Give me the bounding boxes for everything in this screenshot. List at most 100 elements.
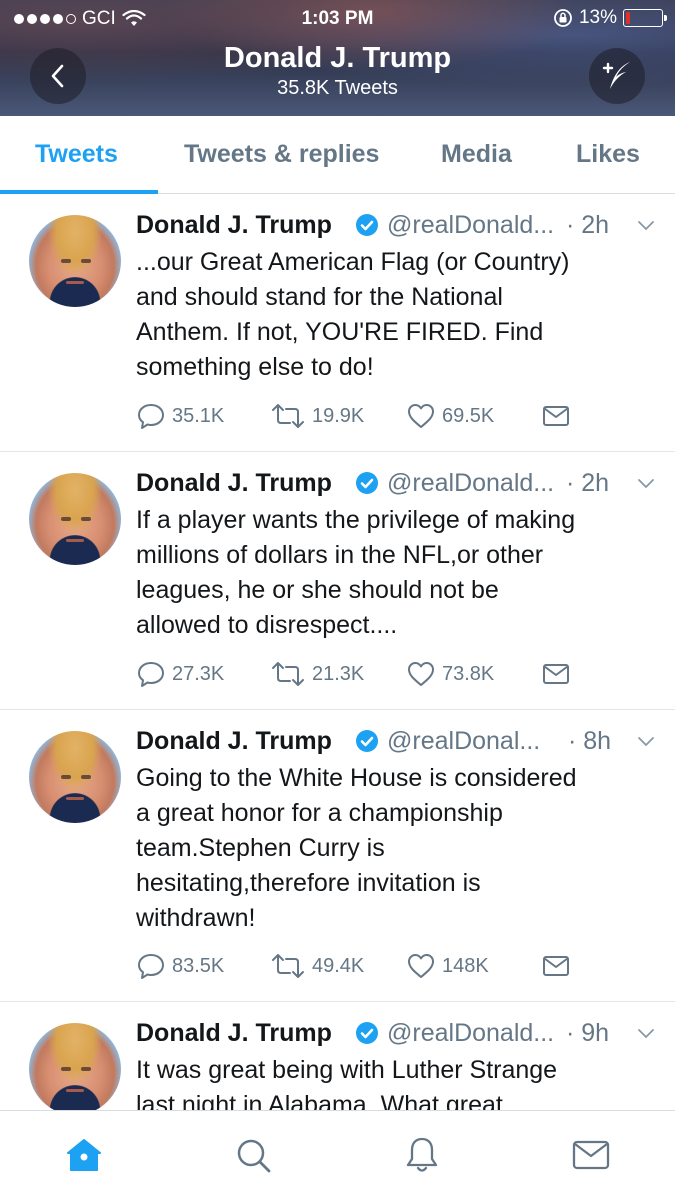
avatar[interactable] [29,473,121,565]
tweet-actions: 83.5K 49.4K 148K [136,951,656,985]
like-count: 69.5K [442,404,495,427]
author-name[interactable]: Donald J. Trump [136,727,332,756]
retweet-count: 19.9K [312,404,365,427]
verified-badge-icon [356,214,378,236]
compose-tweet-icon [602,62,630,89]
chevron-down-icon[interactable] [636,215,656,235]
like-button[interactable]: 148K [406,951,489,981]
tweet-item[interactable]: Donald J. Trump @realDonald... · 2h ...o… [0,195,675,452]
tab-tweets-and-replies[interactable]: Tweets & replies [184,140,379,169]
profile-name: Donald J. Trump [223,42,452,74]
tweet-item[interactable]: Donald J. Trump @realDonald... · 2h If a… [0,452,675,710]
like-button[interactable]: 69.5K [406,401,494,431]
tweet-text-line: and should stand for the National [136,283,503,311]
direct-message-button[interactable] [541,401,571,431]
retweet-icon [272,954,304,978]
profile-header: GCI 1:03 PM 13% Donald J. Trump 35.8K Tw… [0,0,675,116]
tweet-text: ...our Great American Flag (or Country) … [136,245,656,385]
like-count: 148K [442,954,489,977]
tweet-text-line: It was great being with Luther Strange [136,1056,558,1084]
verified-badge-icon [356,1022,378,1044]
like-count: 73.8K [442,662,495,685]
battery-percent: 13% [578,7,617,28]
heart-icon [408,404,434,428]
messages-envelope-icon[interactable] [571,1135,611,1175]
battery-icon [623,9,667,27]
author-handle[interactable]: @realDonal... [387,727,540,756]
author-name[interactable]: Donald J. Trump [136,469,332,498]
direct-message-button[interactable] [541,659,571,689]
chevron-down-icon[interactable] [636,731,656,751]
tweet-header: Donald J. Trump @realDonald... · 2h [136,469,656,503]
tweet-text-line: team.Stephen Curry is [136,834,385,862]
tweet-time: · 9h [566,1019,610,1047]
chevron-down-icon[interactable] [636,473,656,493]
profile-tabs: Tweets Tweets & replies Media Likes [0,116,675,194]
home-icon[interactable] [64,1135,104,1175]
compose-tweet-button[interactable] [589,48,645,104]
tweet-header: Donald J. Trump @realDonald... · 2h [136,211,656,245]
retweet-icon [272,404,304,428]
tweet-text-line: a great honor for a championship [136,799,503,827]
tweet-text: Going to the White House is considered a… [136,761,656,936]
status-bar: GCI 1:03 PM 13% [0,0,675,40]
tweet-count: 35.8K Tweets [277,77,398,99]
tweet-time: · 2h [566,211,610,239]
retweet-icon [272,662,304,686]
tweet-text-line: hesitating,therefore invitation is [136,869,481,897]
avatar[interactable] [29,215,121,307]
battery-level-fill [626,12,630,24]
bottom-tab-bar [0,1110,675,1200]
tweet-time: · 2h [566,469,610,497]
author-name[interactable]: Donald J. Trump [136,1019,332,1048]
verified-badge-icon [356,472,378,494]
author-handle[interactable]: @realDonald... [387,1019,554,1048]
reply-button[interactable]: 27.3K [136,659,224,689]
tweet-text-line: allowed to disrespect.... [136,611,398,639]
notifications-bell-icon[interactable] [402,1135,442,1175]
reply-button[interactable]: 83.5K [136,951,224,981]
active-tab-indicator [0,190,158,194]
tweet-header: Donald J. Trump @realDonal... · 8h [136,727,656,761]
tweet-actions: 27.3K 21.3K 73.8K [136,659,656,693]
tweet-item[interactable]: Donald J. Trump @realDonald... · 9h It w… [0,1002,675,1110]
tweet-text-line: leagues, he or she should not be [136,576,499,604]
tweet-item[interactable]: Donald J. Trump @realDonal... · 8h Going… [0,710,675,1002]
envelope-icon [543,956,569,976]
chevron-down-icon[interactable] [636,1023,656,1043]
direct-message-button[interactable] [541,951,571,981]
avatar[interactable] [29,1023,121,1110]
envelope-icon [543,406,569,426]
author-handle[interactable]: @realDonald... [387,211,554,240]
reply-icon [138,662,164,687]
search-icon[interactable] [233,1135,273,1175]
reply-count: 27.3K [172,662,225,685]
orientation-lock-icon [554,9,572,27]
author-name[interactable]: Donald J. Trump [136,211,332,240]
tab-tweets[interactable]: Tweets [35,140,118,169]
tab-likes[interactable]: Likes [576,140,640,169]
status-right-group: 13% [553,7,667,29]
retweet-button[interactable]: 21.3K [270,659,364,689]
reply-icon [138,954,164,979]
reply-count: 35.1K [172,404,225,427]
tweet-text-line: If a player wants the privilege of makin… [136,506,576,534]
tab-media[interactable]: Media [441,140,512,169]
avatar[interactable] [29,731,121,823]
reply-button[interactable]: 35.1K [136,401,224,431]
heart-icon [408,662,434,686]
envelope-icon [543,664,569,684]
tweet-text-line: millions of dollars in the NFL,or other [136,541,544,569]
retweet-button[interactable]: 49.4K [270,951,364,981]
retweet-button[interactable]: 19.9K [270,401,364,431]
tweet-text: If a player wants the privilege of makin… [136,503,656,643]
tweet-text: It was great being with Luther Strange l… [136,1053,656,1110]
retweet-count: 21.3K [312,662,365,685]
heart-icon [408,954,434,978]
verified-badge-icon [356,730,378,752]
tweet-header: Donald J. Trump @realDonald... · 9h [136,1019,656,1053]
reply-count: 83.5K [172,954,225,977]
tweet-text-line: withdrawn! [136,904,256,932]
like-button[interactable]: 73.8K [406,659,494,689]
author-handle[interactable]: @realDonald... [387,469,554,498]
